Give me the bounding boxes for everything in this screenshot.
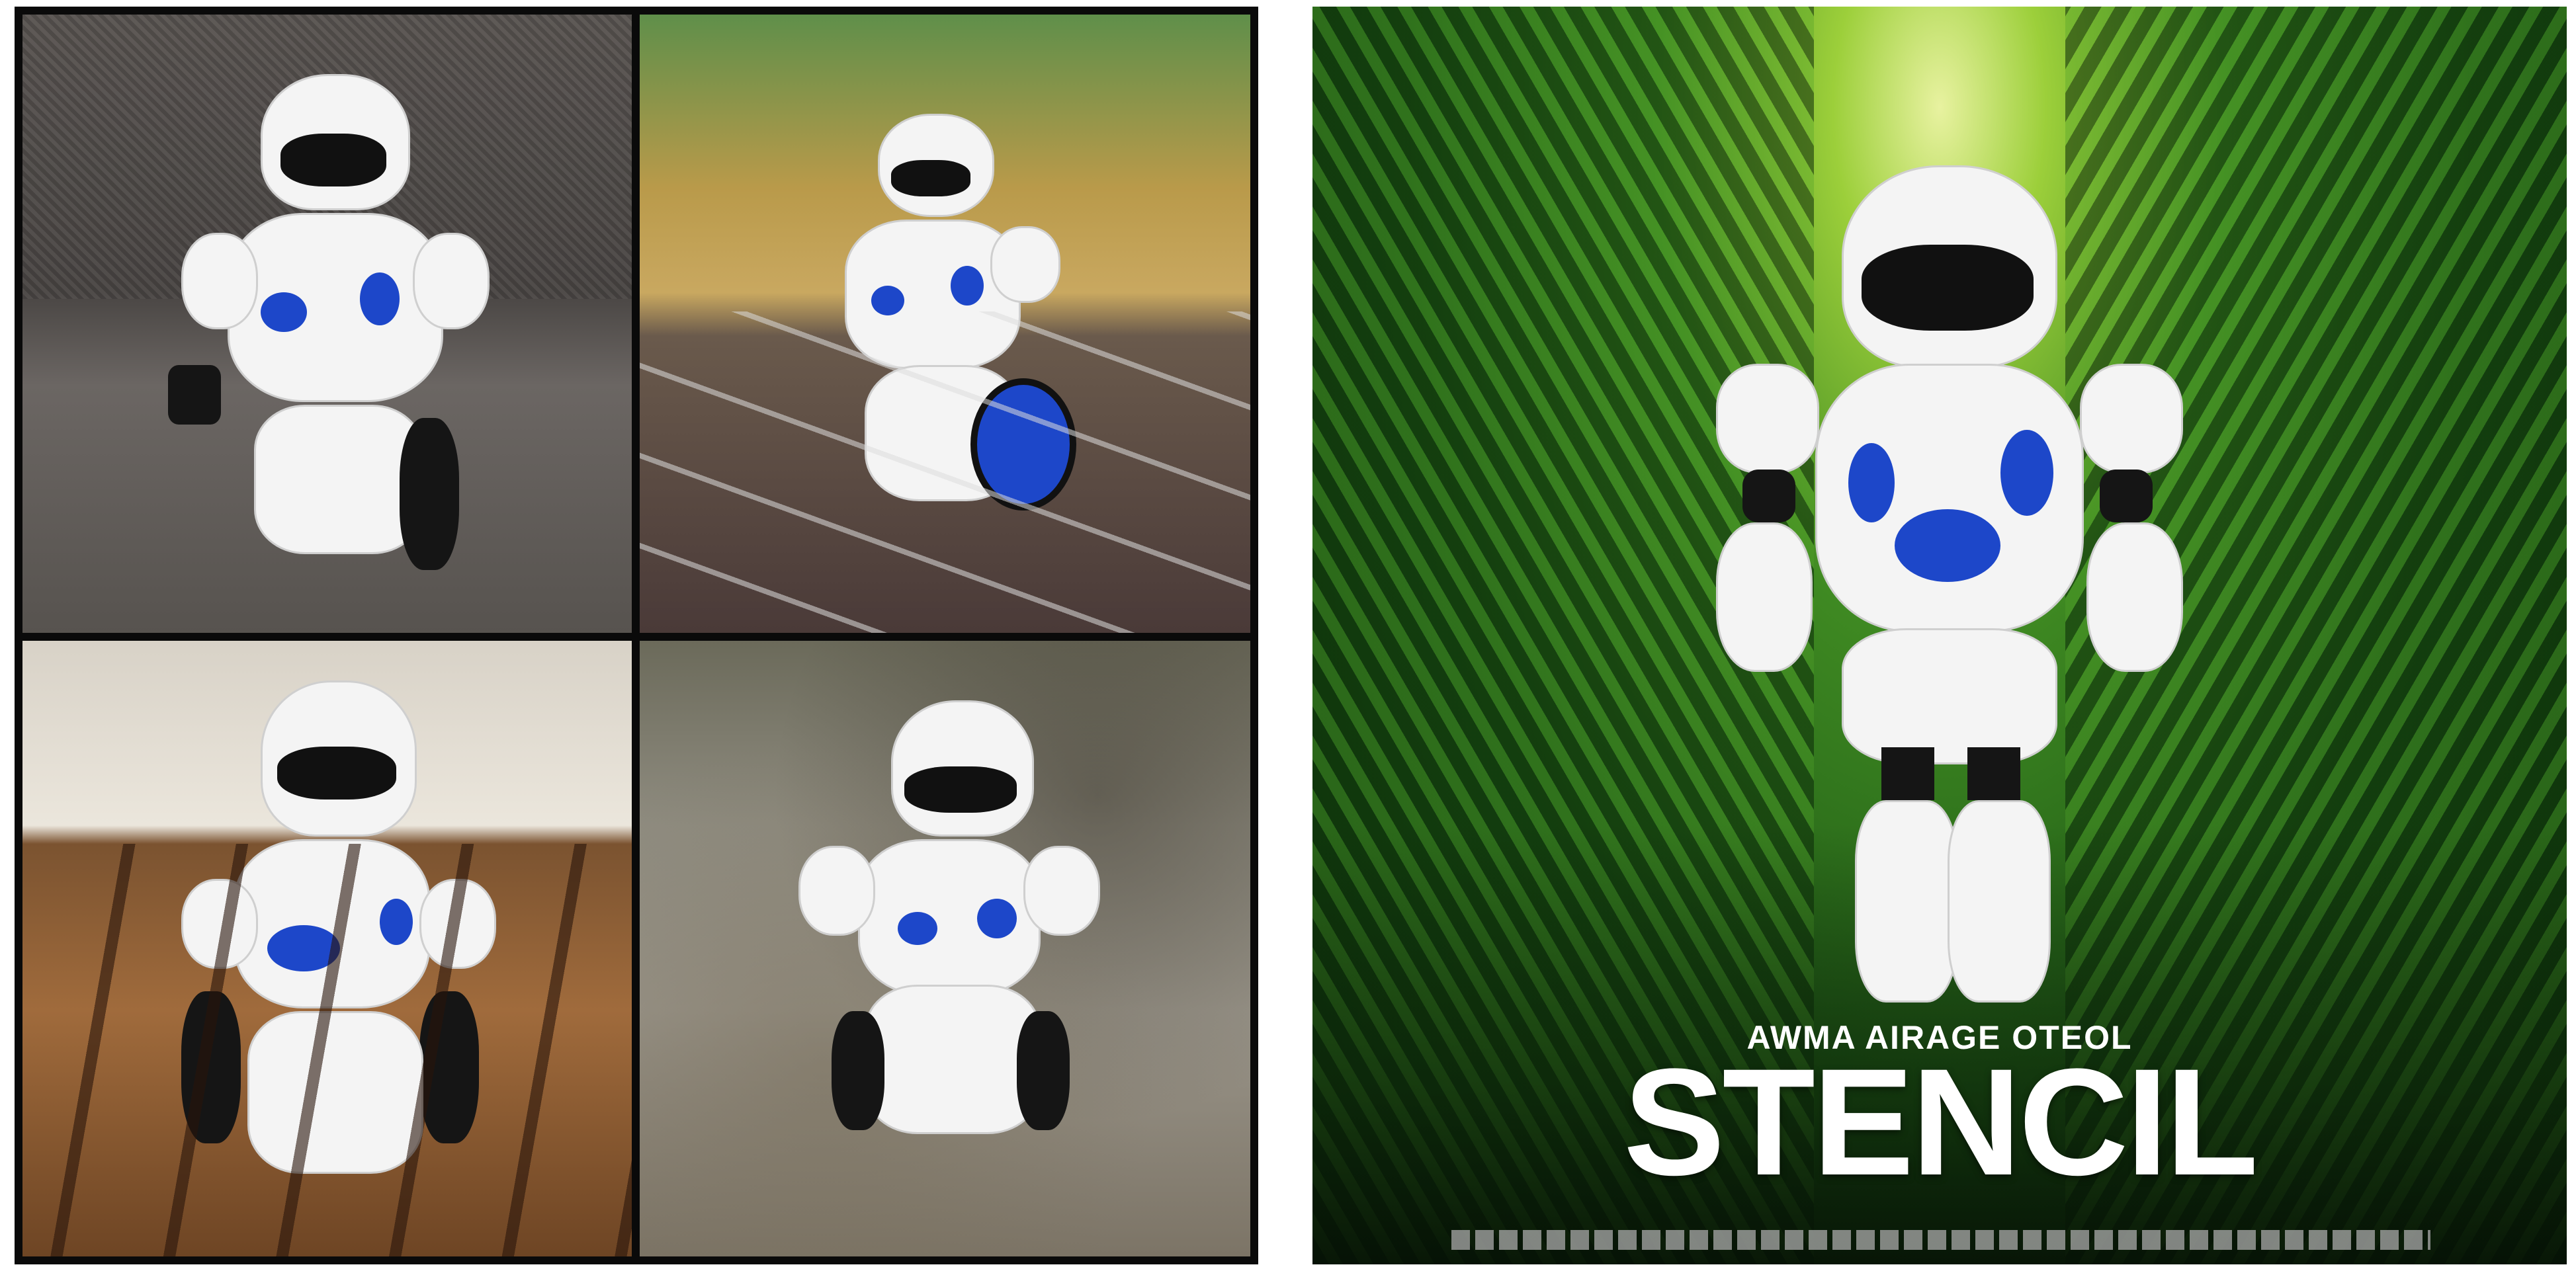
photo-collage	[15, 7, 1258, 1264]
robot-toy	[168, 680, 496, 1210]
movie-poster: AWMA AIRAGE OTEOL STENCIL	[1312, 7, 2567, 1264]
photo-robot-on-couch	[22, 15, 632, 633]
photo-robot-on-wood-slats	[22, 641, 632, 1256]
photo-robot-on-rock	[640, 641, 1250, 1256]
robot-toy	[792, 114, 1076, 537]
robot-walking	[1696, 165, 2199, 1025]
photo-robot-on-path	[640, 15, 1250, 633]
poster-title: STENCIL	[1623, 1037, 2258, 1207]
robot-toy	[798, 700, 1100, 1163]
poster-credits-block	[1451, 1230, 2430, 1250]
robot-toy	[168, 74, 490, 590]
